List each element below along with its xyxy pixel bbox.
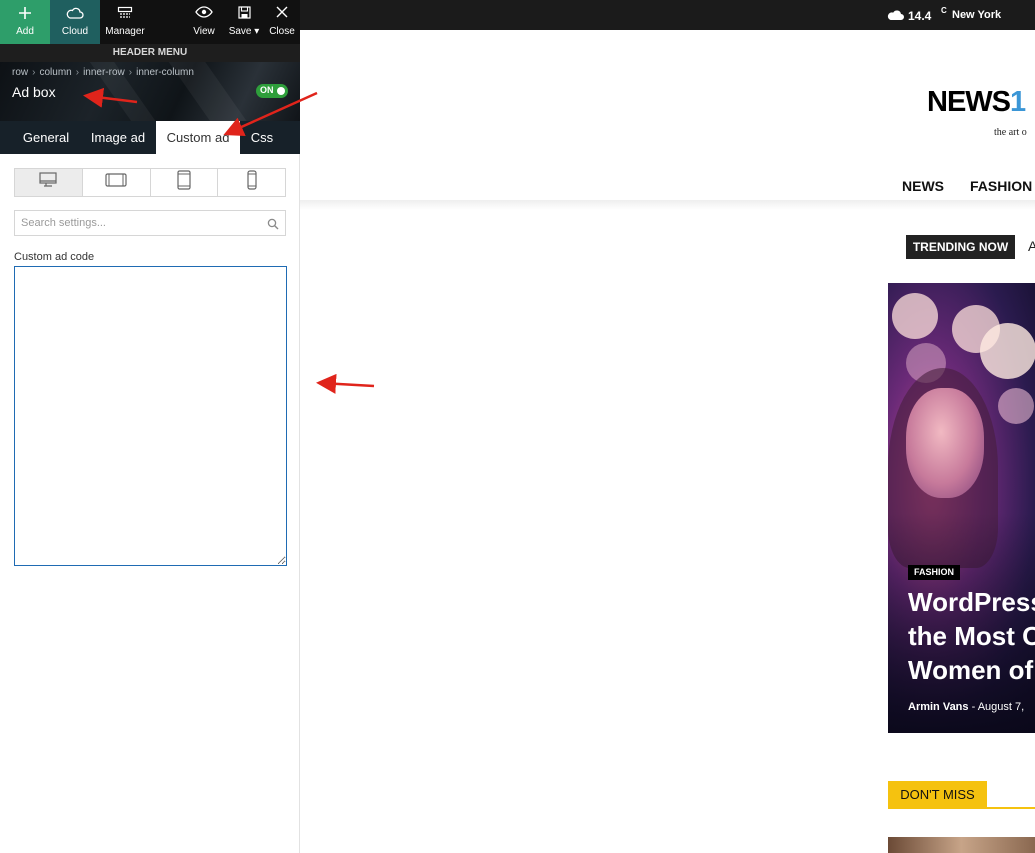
tab-css[interactable]: Css [240, 121, 284, 154]
close-label: Close [269, 26, 295, 37]
add-label: Add [16, 26, 34, 37]
title-line: the Most O [908, 621, 1035, 651]
article-thumbnail[interactable] [888, 837, 1035, 853]
manager-button[interactable]: Manager [100, 0, 150, 44]
tab-general[interactable]: General [12, 121, 80, 154]
device-tablet-landscape[interactable] [83, 169, 151, 196]
breadcrumb: row › column › inner-row › inner-column [12, 67, 194, 78]
tab-image-ad[interactable]: Image ad [80, 121, 156, 154]
close-icon [264, 0, 300, 26]
search-input[interactable] [21, 214, 257, 232]
cloud-icon [50, 0, 100, 26]
meta-separator: - [968, 701, 978, 713]
cloud-button[interactable]: Cloud [50, 0, 100, 44]
close-button[interactable]: Close [264, 0, 300, 44]
chevron-right-icon: › [75, 67, 80, 78]
manager-icon [100, 0, 150, 26]
editor-toolbar: Add Cloud Manager View Save ▾ Close [0, 0, 300, 44]
search-settings [14, 210, 286, 236]
custom-ad-code-field[interactable] [14, 266, 287, 566]
trending-now-badge: TRENDING NOW [906, 235, 1015, 259]
weather-city: New York [952, 9, 1002, 21]
manager-label: Manager [105, 26, 145, 37]
toggle-knob [277, 87, 285, 95]
device-switcher [14, 168, 286, 197]
save-label: Save [228, 26, 252, 37]
breadcrumb-item[interactable]: inner-row [83, 67, 125, 78]
caret-down-icon: ▾ [251, 26, 260, 37]
tab-custom-ad[interactable]: Custom ad [156, 121, 240, 154]
category-badge[interactable]: FASHION [908, 565, 961, 580]
trending-headline[interactable]: A [1028, 238, 1035, 254]
view-label: View [193, 26, 215, 37]
enable-toggle[interactable]: ON [256, 84, 288, 98]
arrow-to-code-field [316, 373, 375, 394]
plus-icon [0, 0, 50, 26]
site-logo[interactable]: NEWS1 [927, 86, 1026, 119]
logo-accent: 1 [1010, 86, 1026, 118]
save-icon [224, 0, 264, 26]
save-button[interactable]: Save ▾ [224, 0, 264, 44]
phone-icon [247, 170, 257, 195]
nav-item-fashion[interactable]: FASHION [970, 178, 1032, 194]
logo-text: NEWS [927, 86, 1011, 118]
nav-shadow [300, 200, 1035, 210]
toggle-label: ON [260, 85, 274, 95]
bokeh-light [980, 323, 1035, 379]
editor-panel: Add Cloud Manager View Save ▾ Close HEAD… [0, 0, 300, 853]
chevron-right-icon: › [32, 67, 36, 78]
device-phone[interactable] [218, 169, 285, 196]
bokeh-light [892, 293, 938, 339]
title-line: WordPress [908, 587, 1035, 617]
bokeh-light [998, 388, 1034, 424]
post-date: August 7, [977, 701, 1025, 713]
device-tablet-portrait[interactable] [151, 169, 219, 196]
featured-post[interactable]: FASHION WordPress the Most O Women of Ar… [888, 283, 1035, 733]
breadcrumb-item[interactable]: inner-column [136, 67, 194, 78]
device-desktop[interactable] [15, 169, 83, 196]
save-label-wrap: Save ▾ [224, 26, 264, 37]
hero-photo-face [906, 388, 984, 498]
breadcrumb-item[interactable]: row [12, 67, 28, 78]
element-title: Ad box [12, 84, 56, 100]
featured-post-title[interactable]: WordPress the Most O Women of [908, 585, 1035, 687]
title-line: Women of [908, 655, 1034, 685]
element-header: row › column › inner-row › inner-column Ad box… [0, 62, 300, 121]
tablet-landscape-icon [105, 173, 127, 192]
custom-ad-code-label: Custom ad code [14, 251, 95, 263]
cloud-weather-icon [886, 8, 905, 26]
post-meta: Armin Vans - August 7, [908, 701, 1024, 713]
post-author[interactable]: Armin Vans [908, 701, 969, 713]
nav-item-news[interactable]: NEWS [902, 178, 944, 194]
weather-unit: C [941, 6, 947, 15]
cloud-label: Cloud [61, 26, 89, 37]
chevron-right-icon: › [128, 67, 133, 78]
search-icon[interactable] [267, 217, 279, 235]
section-label: HEADER MENU [0, 44, 300, 62]
view-button[interactable]: View [186, 0, 222, 44]
breadcrumb-item[interactable]: column [39, 67, 71, 78]
tablet-portrait-icon [177, 170, 191, 195]
add-button[interactable]: Add [0, 0, 50, 44]
desktop-icon [39, 172, 57, 193]
dont-miss-heading: DON'T MISS [888, 781, 987, 809]
eye-icon [186, 0, 222, 26]
settings-tabs: General Image ad Custom ad Css [0, 121, 300, 154]
site-tagline: the art o [994, 127, 1027, 138]
weather-temperature: 14.4 [908, 9, 932, 23]
